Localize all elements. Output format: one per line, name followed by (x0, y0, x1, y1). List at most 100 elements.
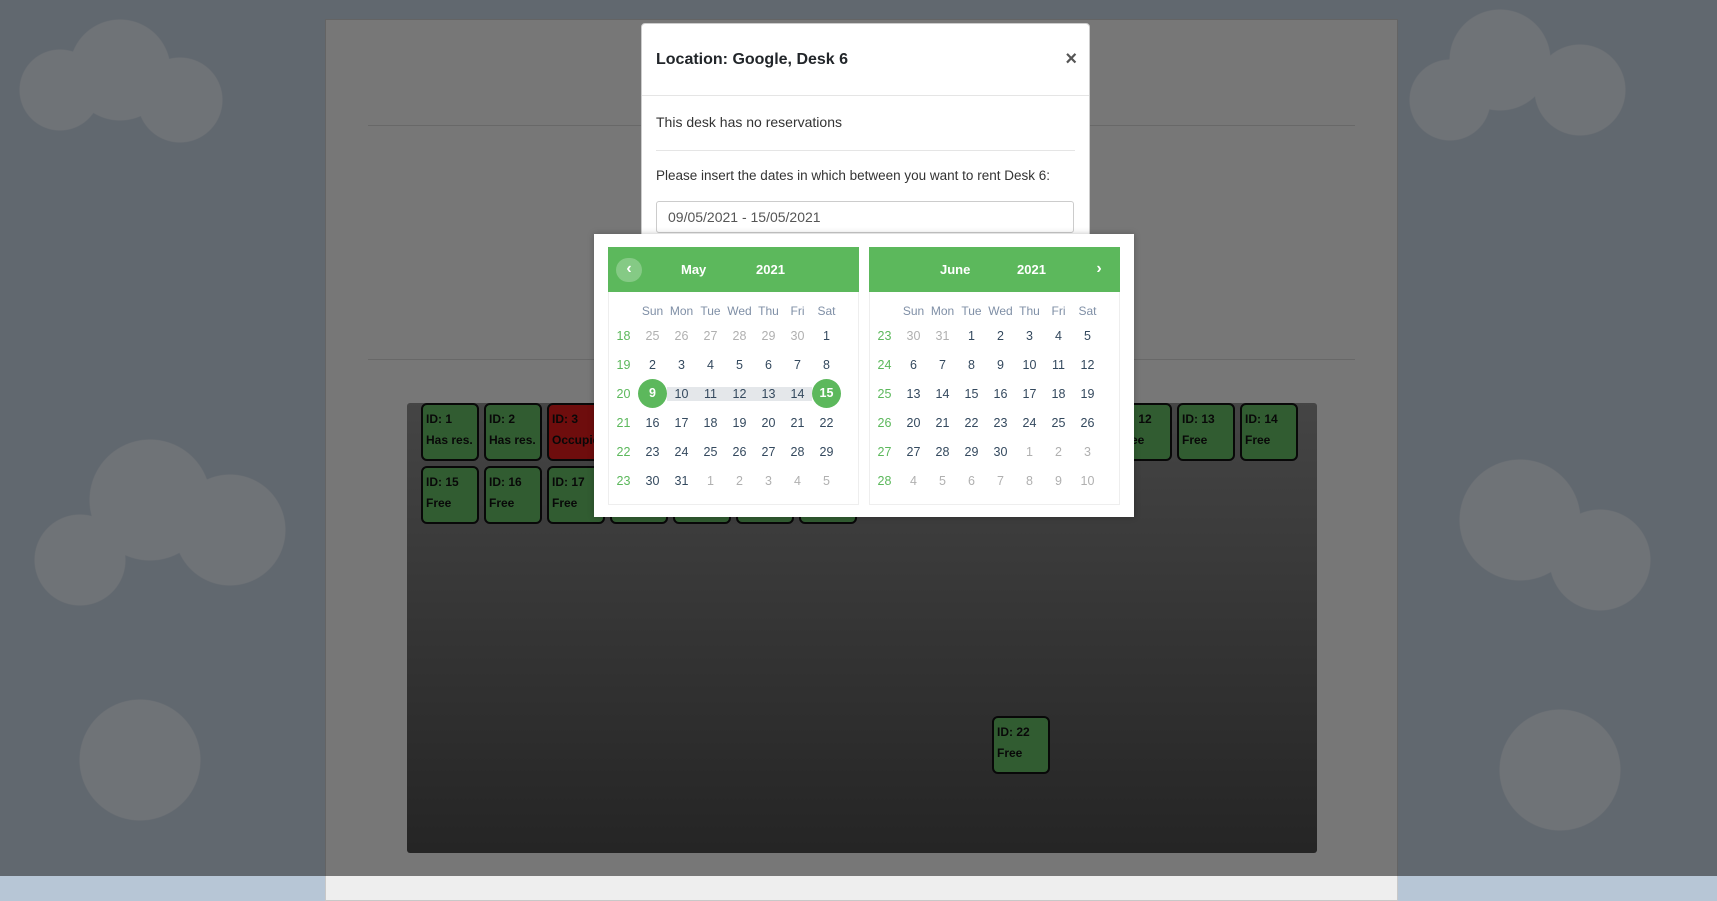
date-range-input[interactable]: 09/05/2021 - 15/05/2021 (656, 201, 1074, 233)
next-month-icon[interactable]: › (1086, 258, 1112, 282)
day-cell[interactable]: 7 (986, 474, 1015, 488)
day-cell[interactable]: 29 (957, 445, 986, 459)
day-cell[interactable]: 22 (957, 416, 986, 430)
calendar-may: ‹ May 2021 Sun Mon Tue Wed Thu Fri Sat 18 25 26 27… (608, 247, 859, 505)
day-cell[interactable]: 27 (754, 445, 783, 459)
day-cell[interactable]: 4 (899, 474, 928, 488)
weekday-label: Sat (817, 303, 836, 318)
day-cell[interactable]: 4 (1044, 329, 1073, 343)
day-cell[interactable]: 14 (783, 386, 812, 401)
day-cell[interactable]: 16 (638, 416, 667, 430)
day-cell[interactable]: 26 (725, 445, 754, 459)
day-cell[interactable]: 5 (1073, 329, 1102, 343)
day-cell[interactable]: 10 (667, 386, 696, 401)
day-cell[interactable]: 9 (986, 358, 1015, 372)
day-cell[interactable]: 8 (1015, 474, 1044, 488)
day-cell[interactable]: 6 (754, 358, 783, 372)
week-row: 23 30 31 1 2 3 4 5 (609, 466, 841, 495)
day-cell[interactable]: 5 (812, 474, 841, 488)
day-cell[interactable]: 24 (667, 445, 696, 459)
day-cell[interactable]: 1 (696, 474, 725, 488)
day-cell[interactable]: 2 (986, 329, 1015, 343)
day-cell[interactable]: 16 (986, 387, 1015, 401)
day-cell[interactable]: 1 (957, 329, 986, 343)
day-cell[interactable]: 17 (667, 416, 696, 430)
day-cell[interactable]: 3 (667, 358, 696, 372)
day-cell[interactable]: 31 (928, 329, 957, 343)
day-cell[interactable]: 2 (725, 474, 754, 488)
day-cell[interactable]: 18 (696, 416, 725, 430)
day-cell[interactable]: 30 (899, 329, 928, 343)
day-cell[interactable]: 27 (899, 445, 928, 459)
year-label[interactable]: 2021 (756, 262, 785, 277)
day-cell[interactable]: 27 (696, 329, 725, 343)
day-cell[interactable]: 23 (986, 416, 1015, 430)
day-cell[interactable]: 9 (1044, 474, 1073, 488)
day-cell[interactable]: 29 (812, 445, 841, 459)
weekday-label: Sun (641, 303, 664, 318)
year-label[interactable]: 2021 (1017, 262, 1046, 277)
day-cell[interactable]: 7 (928, 358, 957, 372)
day-cell[interactable]: 3 (1015, 329, 1044, 343)
day-cell[interactable]: 8 (957, 358, 986, 372)
day-cell[interactable]: 1 (812, 329, 841, 343)
day-cell[interactable]: 21 (928, 416, 957, 430)
day-cell[interactable]: 18 (1044, 387, 1073, 401)
day-cell[interactable]: 12 (725, 386, 754, 401)
day-cell[interactable]: 13 (754, 386, 783, 401)
day-cell[interactable]: 29 (754, 329, 783, 343)
day-cell[interactable]: 8 (812, 358, 841, 372)
day-cell[interactable]: 28 (783, 445, 812, 459)
day-cell[interactable]: 26 (667, 329, 696, 343)
day-cell[interactable]: 12 (1073, 358, 1102, 372)
day-cell[interactable]: 20 (754, 416, 783, 430)
day-cell[interactable]: 28 (928, 445, 957, 459)
day-cell[interactable]: 31 (667, 474, 696, 488)
day-cell[interactable]: 7 (783, 358, 812, 372)
day-cell[interactable]: 30 (783, 329, 812, 343)
day-cell[interactable]: 23 (638, 445, 667, 459)
close-icon[interactable]: × (1065, 49, 1077, 69)
week-row: 18 25 26 27 28 29 30 1 (609, 321, 841, 350)
day-cell[interactable]: 6 (899, 358, 928, 372)
week-row: 27 27 28 29 30 1 2 3 (870, 437, 1102, 466)
prev-month-icon[interactable]: ‹ (616, 258, 642, 282)
day-cell[interactable]: 25 (638, 329, 667, 343)
day-cell[interactable]: 17 (1015, 387, 1044, 401)
day-cell[interactable]: 5 (928, 474, 957, 488)
day-cell[interactable]: 1 (1015, 445, 1044, 459)
week-number: 26 (877, 415, 892, 430)
day-cell[interactable]: 2 (638, 358, 667, 372)
weekday-label: Fri (790, 303, 805, 318)
day-cell[interactable]: 6 (957, 474, 986, 488)
month-label[interactable]: June (940, 262, 970, 277)
day-cell[interactable]: 14 (928, 387, 957, 401)
day-cell[interactable]: 3 (754, 474, 783, 488)
day-cell[interactable]: 4 (783, 474, 812, 488)
day-cell[interactable]: 2 (1044, 445, 1073, 459)
day-cell[interactable]: 10 (1073, 474, 1102, 488)
day-cell[interactable]: 5 (725, 358, 754, 372)
day-cell[interactable]: 22 (812, 416, 841, 430)
day-cell[interactable]: 15 (957, 387, 986, 401)
day-cell[interactable]: 11 (1044, 358, 1073, 372)
day-cell[interactable]: 30 (986, 445, 1015, 459)
day-cell[interactable]: 21 (783, 416, 812, 430)
month-label[interactable]: May (681, 262, 706, 277)
day-cell[interactable]: 26 (1073, 416, 1102, 430)
day-cell[interactable]: 30 (638, 474, 667, 488)
day-cell[interactable]: 24 (1015, 416, 1044, 430)
day-cell[interactable]: 19 (725, 416, 754, 430)
day-cell[interactable]: 13 (899, 387, 928, 401)
day-cell[interactable]: 19 (1073, 387, 1102, 401)
day-cell[interactable]: 28 (725, 329, 754, 343)
day-cell[interactable]: 15 (812, 379, 841, 408)
day-cell[interactable]: 3 (1073, 445, 1102, 459)
day-cell[interactable]: 25 (1044, 416, 1073, 430)
day-cell[interactable]: 10 (1015, 358, 1044, 372)
day-cell[interactable]: 25 (696, 445, 725, 459)
day-cell[interactable]: 9 (638, 379, 667, 408)
day-cell[interactable]: 11 (696, 386, 725, 401)
day-cell[interactable]: 20 (899, 416, 928, 430)
day-cell[interactable]: 4 (696, 358, 725, 372)
